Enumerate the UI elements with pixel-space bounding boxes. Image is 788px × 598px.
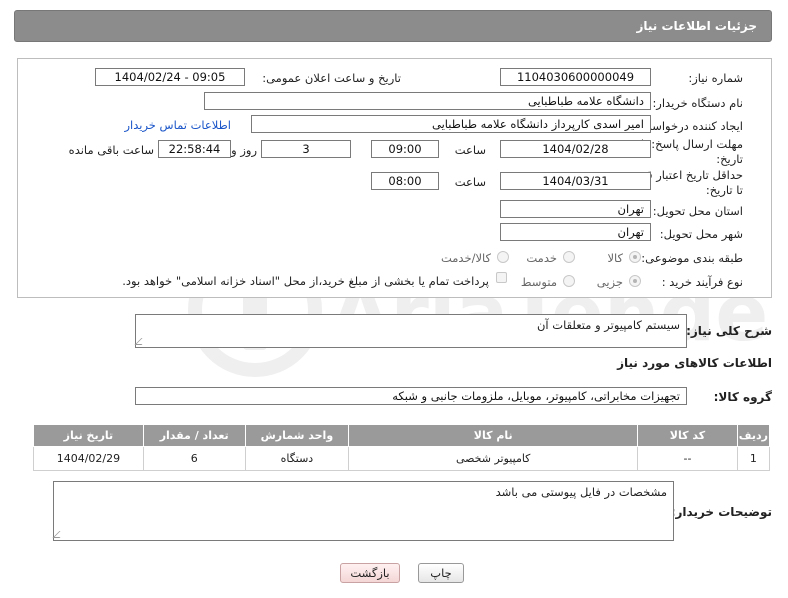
days-field: 3 [261, 140, 351, 158]
price-validity-date-field: 1404/03/31 [500, 172, 651, 190]
buyer-notes-field: مشخصات در فایل پیوستی می باشد [52, 481, 674, 541]
col-goods-name: نام کالا [348, 424, 639, 447]
category-radio-service[interactable] [563, 251, 575, 263]
announce-datetime-field: 1404/02/24 - 09:05 [95, 68, 245, 86]
goods-table-header: ردیف کد کالا نام کالا واحد شمارش تعداد /… [33, 424, 771, 447]
deadline-date-field: 1404/02/28 [500, 140, 651, 158]
deadline-time-field: 09:00 [371, 140, 439, 158]
deadline-label-date: تاریخ: [716, 152, 743, 166]
need-number-field: 1104030600000049 [500, 68, 651, 86]
treasury-payment-note: پرداخت تمام یا بخشی از مبلغ خرید،از محل … [122, 274, 489, 288]
days-label: روز و [231, 143, 257, 157]
col-quantity: تعداد / مقدار [142, 424, 246, 447]
city-label: شهر محل تحویل: [659, 227, 743, 241]
col-unit: واحد شمارش [244, 424, 350, 447]
back-button[interactable]: بازگشت [340, 563, 400, 583]
need-info-panel: شماره نیاز: 1104030600000049 تاریخ و ساع… [17, 58, 772, 298]
process-option-medium: متوسط [520, 275, 557, 289]
cell-unit: دستگاه [244, 446, 350, 471]
goods-section-title: اطلاعات کالاهای مورد نیاز [617, 356, 772, 370]
deadline-label: مهلت ارسال پاسخ: تا [640, 137, 743, 151]
category-radio-goods-service[interactable] [497, 251, 509, 263]
process-radio-minor[interactable] [629, 275, 641, 287]
buyer-contact-link[interactable]: اطلاعات تماس خریدار [124, 118, 231, 132]
process-type-label: نوع فرآیند خرید : [661, 275, 743, 289]
treasury-payment-checkbox[interactable] [496, 272, 507, 283]
page-header: جزئیات اطلاعات نیاز [14, 10, 772, 42]
resize-grip-icon[interactable] [134, 338, 149, 345]
cell-need-date: 1404/02/29 [33, 446, 144, 471]
table-row: 1 -- کامپیوتر شخصی دستگاه 6 1404/02/29 [33, 446, 771, 471]
col-need-date: تاریخ نیاز [33, 424, 144, 447]
print-button[interactable]: چاپ [418, 563, 464, 583]
province-label: استان محل تحویل: [652, 204, 743, 218]
category-option-goods: کالا [607, 251, 623, 265]
process-option-minor: جزیی [596, 275, 623, 289]
price-validity-label-date: تا تاریخ: [705, 183, 743, 197]
buyer-notes-label: توضیحات خریدار: [670, 505, 772, 519]
category-label: طبقه بندی موضوعی: [641, 251, 743, 265]
creator-field: امیر اسدی کارپرداز دانشگاه علامه طباطبای… [251, 115, 651, 133]
resize-grip-icon[interactable] [52, 531, 67, 538]
description-text: سیستم کامپیوتر و متعلقات آن [536, 318, 680, 332]
buyer-org-label: نام دستگاه خریدار: [652, 96, 743, 110]
goods-group-field: تجهیزات مخابراتی، کامپیوتر، موبایل، ملزو… [135, 387, 687, 405]
cell-goods-code: -- [637, 446, 738, 471]
col-row-number: ردیف [736, 424, 771, 447]
price-validity-time-field: 08:00 [371, 172, 439, 190]
description-label: شرح کلی نیاز: [686, 324, 772, 338]
need-number-label: شماره نیاز: [688, 71, 743, 85]
cell-row-number: 1 [736, 446, 771, 471]
category-radio-goods[interactable] [629, 251, 641, 263]
buyer-org-field: دانشگاه علامه طباطبایی [204, 92, 651, 110]
creator-label: ایجاد کننده درخواست: [637, 119, 743, 133]
announce-label: تاریخ و ساعت اعلان عمومی: [262, 71, 401, 85]
buyer-notes-text: مشخصات در فایل پیوستی می باشد [495, 485, 667, 499]
cell-quantity: 6 [142, 446, 246, 471]
goods-group-label: گروه کالا: [713, 390, 772, 404]
remaining-label: ساعت باقی مانده [68, 143, 154, 157]
page-title: جزئیات اطلاعات نیاز [636, 19, 757, 33]
cell-goods-name: کامپیوتر شخصی [348, 446, 639, 471]
province-field: تهران [500, 200, 651, 218]
city-field: تهران [500, 223, 651, 241]
price-validity-time-label: ساعت [454, 175, 486, 189]
col-goods-code: کد کالا [637, 424, 738, 447]
category-option-goods-service: کالا/خدمت [440, 251, 491, 265]
description-field: سیستم کامپیوتر و متعلقات آن [134, 314, 687, 348]
deadline-time-label: ساعت [454, 143, 486, 157]
process-radio-medium[interactable] [563, 275, 575, 287]
goods-table: ردیف کد کالا نام کالا واحد شمارش تعداد /… [33, 424, 771, 471]
remaining-time-field: 22:58:44 [158, 140, 231, 158]
category-option-service: خدمت [526, 251, 557, 265]
